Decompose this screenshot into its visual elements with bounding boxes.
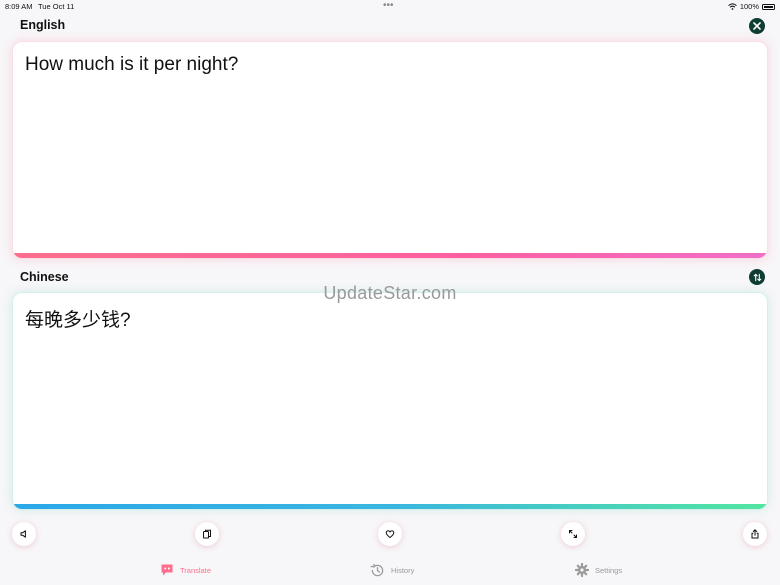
- close-icon: [753, 22, 761, 30]
- target-card-accent-bar: [13, 504, 767, 509]
- tab-history[interactable]: History: [370, 563, 414, 578]
- source-card-accent-bar: [13, 253, 767, 258]
- history-icon: [370, 563, 384, 577]
- multitasking-dots-icon[interactable]: •••: [383, 0, 394, 11]
- clear-button[interactable]: [749, 18, 765, 34]
- target-text[interactable]: 每晚多少钱?: [25, 305, 131, 332]
- status-time: 8:09 AM: [5, 2, 33, 11]
- swap-icon: [753, 273, 761, 281]
- target-text-card[interactable]: 每晚多少钱?: [12, 292, 768, 510]
- tab-settings[interactable]: Settings: [575, 563, 622, 577]
- tab-history-label: History: [391, 566, 415, 575]
- speak-button[interactable]: [12, 522, 36, 546]
- source-language-label[interactable]: English: [20, 18, 65, 32]
- expand-icon: [569, 530, 577, 538]
- heart-icon: [385, 530, 395, 539]
- watermark: UpdateStar.com: [323, 283, 457, 303]
- status-bar: 8:09 AM Tue Oct 11 ••• 100%: [0, 0, 780, 12]
- wifi-icon: [728, 3, 737, 10]
- tab-settings-label: Settings: [595, 565, 623, 575]
- copy-icon: [203, 529, 211, 539]
- tab-translate-label: Translate: [180, 565, 211, 575]
- battery-icon: [762, 3, 775, 10]
- source-text-card[interactable]: How much is it per night?: [12, 41, 768, 259]
- gear-icon: [575, 563, 589, 577]
- status-indicators: 100%: [728, 2, 775, 11]
- share-button[interactable]: [743, 522, 767, 546]
- speaker-icon: [20, 530, 26, 538]
- copy-button[interactable]: [195, 522, 219, 546]
- tab-translate[interactable]: Translate: [160, 563, 211, 577]
- share-icon: [751, 529, 759, 539]
- favorite-button[interactable]: [378, 522, 402, 546]
- source-text[interactable]: How much is it per night?: [25, 54, 238, 76]
- translate-icon: [161, 564, 173, 576]
- battery-percentage: 100%: [739, 2, 759, 11]
- expand-button[interactable]: [561, 522, 585, 546]
- target-language-label[interactable]: Chinese: [20, 270, 69, 284]
- status-date: Tue Oct 11: [38, 2, 75, 11]
